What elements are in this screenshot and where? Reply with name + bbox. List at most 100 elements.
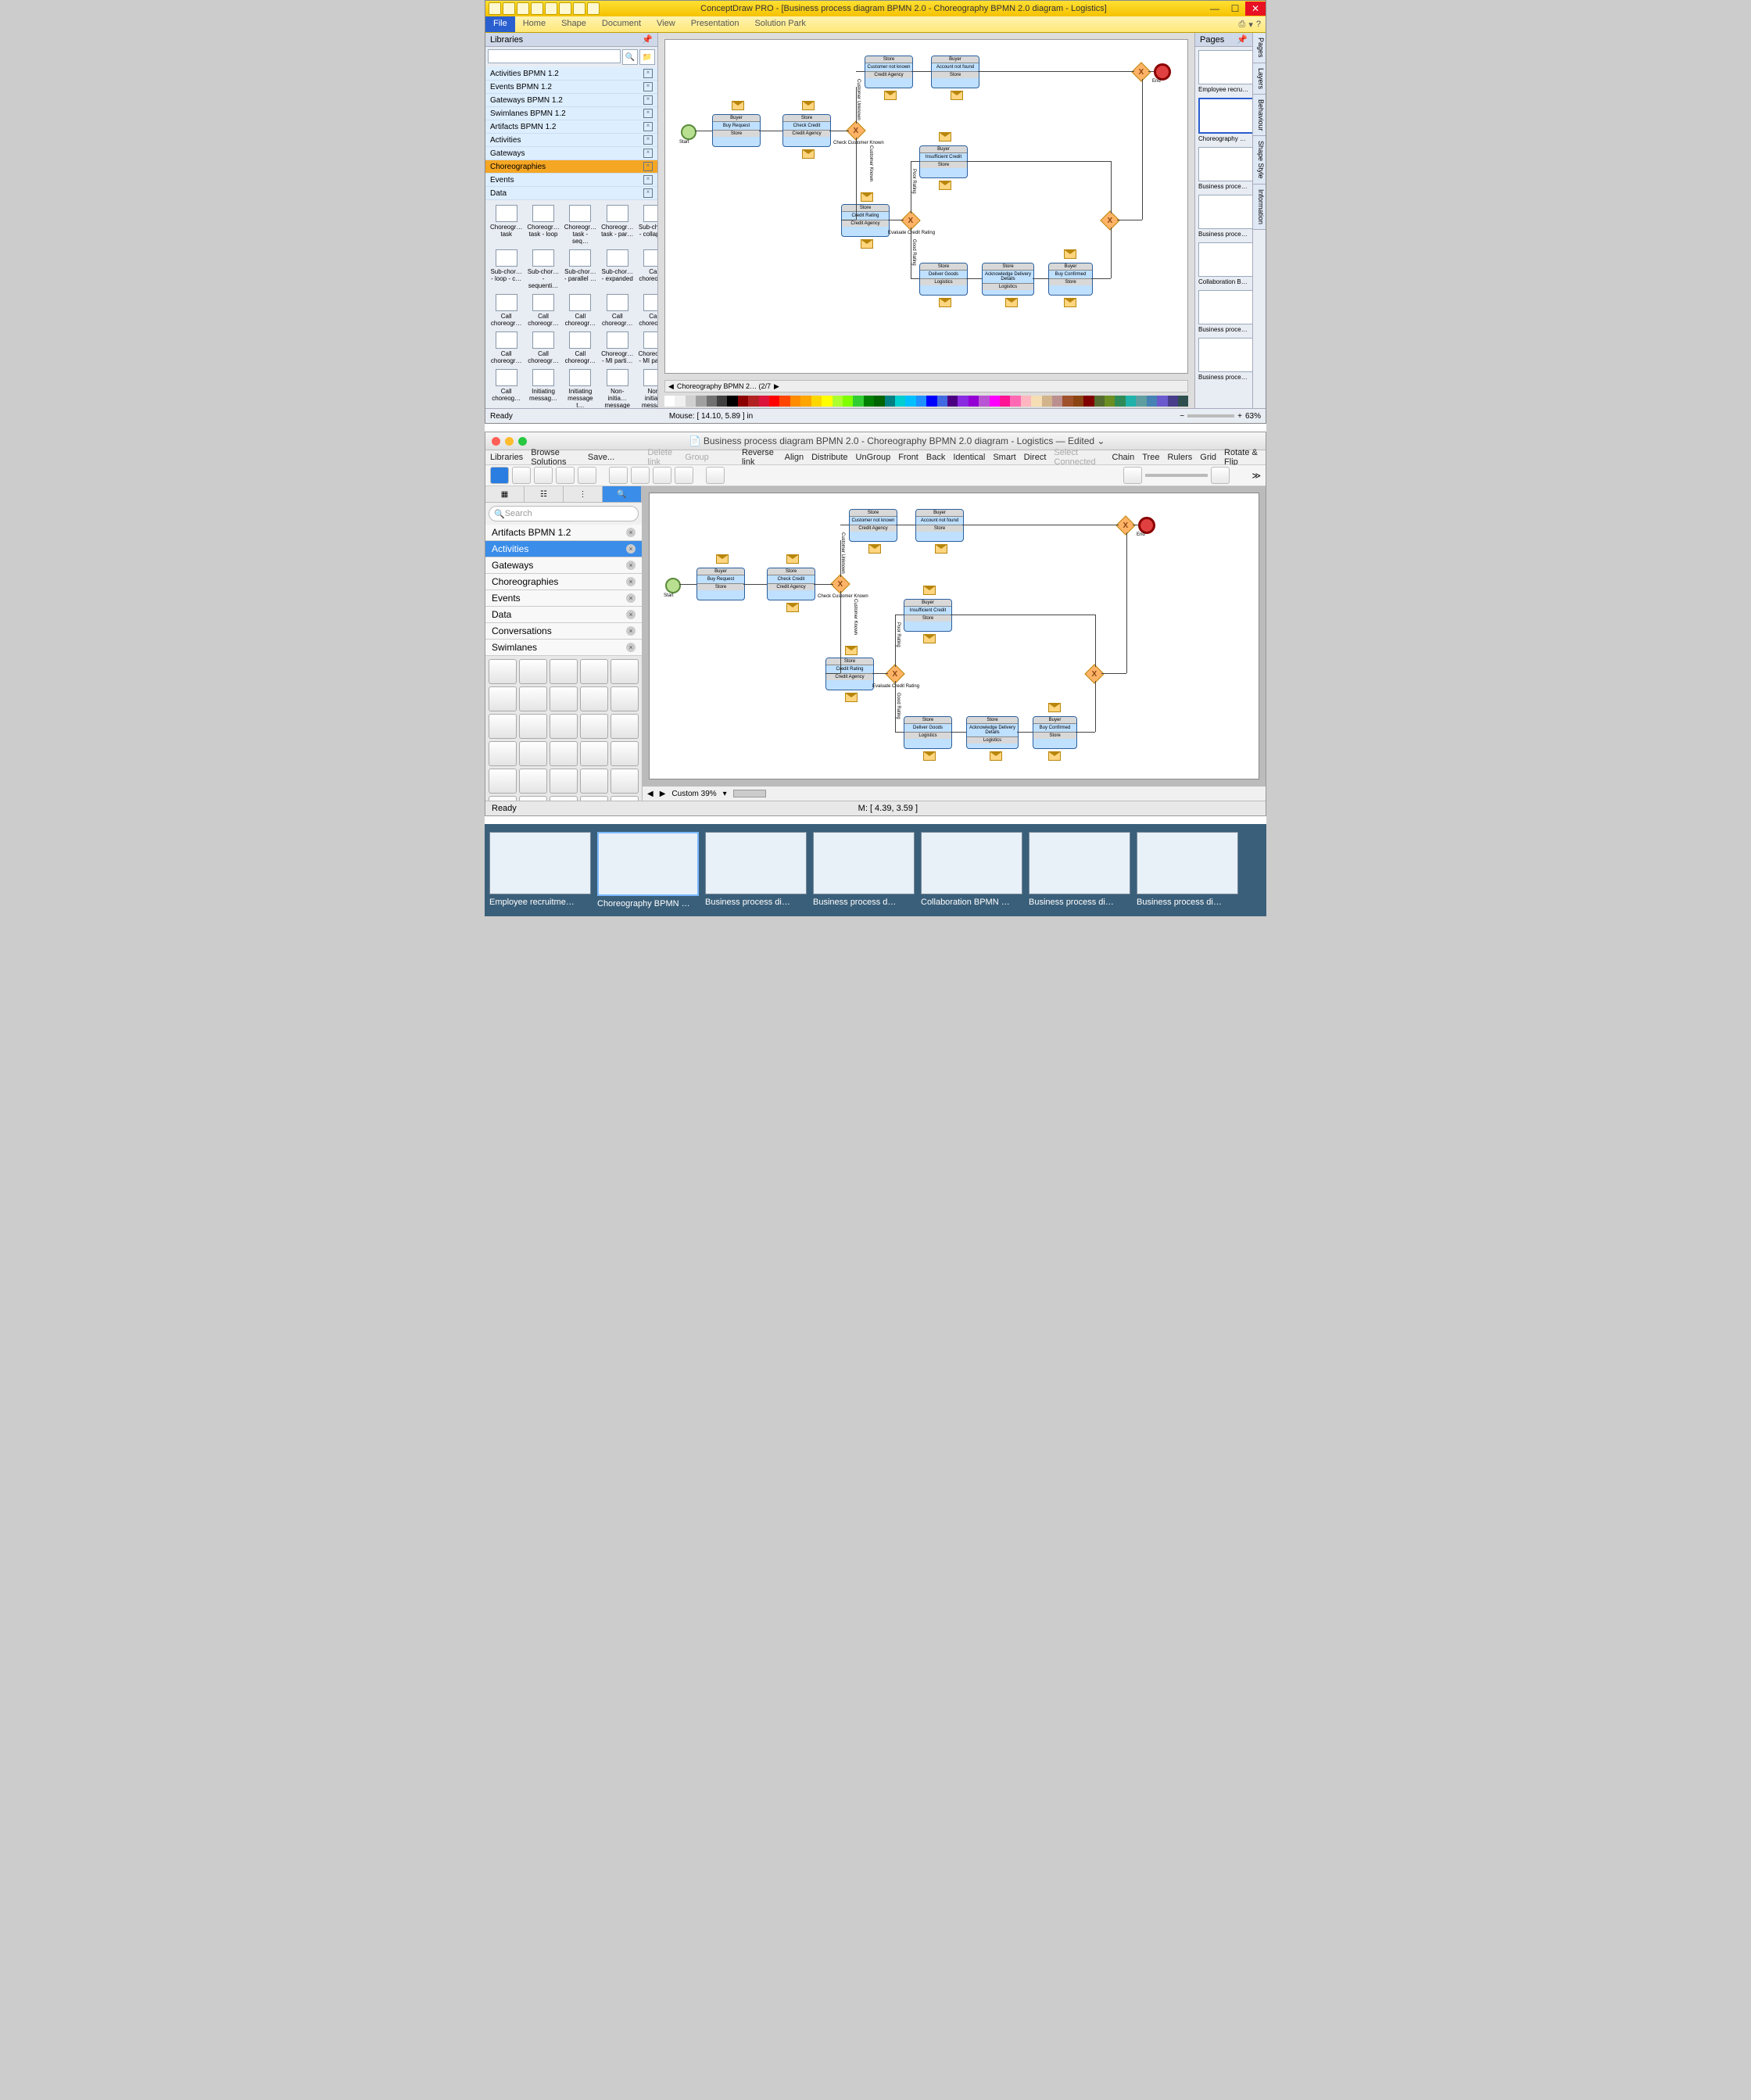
shape-item[interactable] bbox=[489, 769, 517, 794]
color-swatch[interactable] bbox=[905, 396, 915, 407]
page-thumbnail[interactable] bbox=[1198, 290, 1252, 324]
shape-item[interactable]: Choreogr… task - loop bbox=[525, 203, 560, 246]
shape-item[interactable]: Non-initia… message … bbox=[636, 367, 657, 408]
pin-icon[interactable]: 📌 bbox=[642, 34, 653, 45]
tool-btn[interactable] bbox=[631, 467, 650, 484]
menu-item[interactable]: Save... bbox=[588, 453, 614, 462]
shape-item[interactable] bbox=[611, 769, 639, 794]
color-swatch[interactable] bbox=[1021, 396, 1031, 407]
side-tab-information[interactable]: Information bbox=[1253, 185, 1266, 230]
qat-btn[interactable] bbox=[531, 2, 543, 15]
menu-item[interactable]: UnGroup bbox=[856, 453, 891, 462]
page-thumbnail[interactable] bbox=[1198, 50, 1252, 84]
shape-item[interactable] bbox=[580, 686, 608, 711]
shape-item[interactable] bbox=[611, 714, 639, 739]
minimize-button[interactable]: — bbox=[1205, 2, 1225, 16]
page-thumbnail[interactable] bbox=[1198, 195, 1252, 229]
zoom-slider[interactable] bbox=[1145, 474, 1208, 477]
color-swatch[interactable] bbox=[979, 396, 989, 407]
shape-item[interactable]: Choreogr… task bbox=[489, 203, 524, 246]
shape-item[interactable]: Sub-chor… - expanded bbox=[600, 248, 635, 291]
gallery-thumbnail[interactable] bbox=[1029, 832, 1130, 894]
shape-item[interactable] bbox=[550, 741, 578, 766]
color-swatch[interactable] bbox=[800, 396, 811, 407]
close-button[interactable] bbox=[492, 437, 500, 446]
color-swatch[interactable] bbox=[853, 396, 863, 407]
gallery-thumbnail[interactable] bbox=[705, 832, 807, 894]
color-swatch[interactable] bbox=[969, 396, 979, 407]
color-swatch[interactable] bbox=[885, 396, 895, 407]
tool-btn[interactable] bbox=[706, 467, 725, 484]
color-swatch[interactable] bbox=[686, 396, 696, 407]
close-icon[interactable]: × bbox=[626, 643, 636, 652]
close-icon[interactable]: × bbox=[643, 135, 653, 145]
menu-item[interactable]: Rotate & Flip bbox=[1224, 448, 1261, 467]
library-item[interactable]: Gateways× bbox=[485, 147, 657, 160]
close-icon[interactable]: × bbox=[643, 149, 653, 158]
close-icon[interactable]: × bbox=[626, 544, 636, 554]
shape-item[interactable] bbox=[489, 714, 517, 739]
color-swatch[interactable] bbox=[864, 396, 874, 407]
shape-item[interactable] bbox=[550, 714, 578, 739]
shape-item[interactable] bbox=[550, 686, 578, 711]
shape-item[interactable]: Sub-chor… - collapsed bbox=[636, 203, 657, 246]
rect-tool[interactable] bbox=[512, 467, 531, 484]
color-swatch[interactable] bbox=[664, 396, 675, 407]
search-field[interactable]: 🔍 Search bbox=[489, 506, 639, 521]
gallery-thumbnail[interactable] bbox=[489, 832, 591, 894]
close-icon[interactable]: × bbox=[643, 82, 653, 91]
pin-icon[interactable]: 📌 bbox=[1237, 34, 1248, 45]
side-tab-behaviour[interactable]: Behaviour bbox=[1253, 95, 1266, 137]
color-swatch[interactable] bbox=[874, 396, 884, 407]
qat-btn[interactable] bbox=[587, 2, 600, 15]
color-swatch[interactable] bbox=[1052, 396, 1062, 407]
lib-tab[interactable]: 🔍 bbox=[603, 486, 642, 502]
color-swatch[interactable] bbox=[926, 396, 936, 407]
color-swatch[interactable] bbox=[1062, 396, 1072, 407]
close-icon[interactable]: × bbox=[626, 610, 636, 619]
close-icon[interactable]: × bbox=[643, 69, 653, 78]
minimize-button[interactable] bbox=[505, 437, 514, 446]
help-icon[interactable]: ? bbox=[1256, 20, 1261, 29]
diagram-canvas[interactable]: StartBuyerBuy RequestStoreStoreCheck Cre… bbox=[649, 493, 1259, 779]
color-swatch[interactable] bbox=[1073, 396, 1083, 407]
color-swatch[interactable] bbox=[1083, 396, 1094, 407]
prev-sheet[interactable]: ◀ bbox=[668, 382, 674, 391]
close-icon[interactable]: × bbox=[643, 95, 653, 105]
color-swatch[interactable] bbox=[1000, 396, 1010, 407]
shape-item[interactable] bbox=[611, 686, 639, 711]
qat-btn[interactable] bbox=[489, 2, 501, 15]
shape-item[interactable]: Choreogr… - MI parti… bbox=[636, 330, 657, 366]
menu-item[interactable]: Reverse link bbox=[742, 448, 777, 467]
ribbon-tab-home[interactable]: Home bbox=[515, 16, 553, 32]
color-palette[interactable] bbox=[664, 396, 1188, 407]
qat-btn[interactable] bbox=[517, 2, 529, 15]
menu-item[interactable]: Front bbox=[898, 453, 918, 462]
close-icon[interactable]: × bbox=[626, 577, 636, 586]
menu-item[interactable]: Back bbox=[926, 453, 945, 462]
page-thumbnail[interactable] bbox=[1198, 338, 1252, 372]
shape-item[interactable] bbox=[580, 741, 608, 766]
color-swatch[interactable] bbox=[1031, 396, 1041, 407]
shape-item[interactable] bbox=[519, 714, 547, 739]
page-thumbnail[interactable] bbox=[1198, 147, 1252, 181]
library-item[interactable]: Events× bbox=[485, 590, 642, 607]
zoom-out-icon[interactable] bbox=[1123, 467, 1142, 484]
menu-item[interactable]: Rulers bbox=[1167, 453, 1192, 462]
shape-item[interactable] bbox=[550, 769, 578, 794]
library-item[interactable]: Swimlanes BPMN 1.2× bbox=[485, 107, 657, 120]
page-indicator[interactable] bbox=[733, 790, 766, 797]
color-swatch[interactable] bbox=[1168, 396, 1178, 407]
more-icon[interactable]: ≫ bbox=[1251, 471, 1261, 481]
menu-item[interactable]: Chain bbox=[1112, 453, 1135, 462]
shape-item[interactable]: Non-initia… message t… bbox=[600, 367, 635, 408]
menu-item[interactable]: Browse Solutions bbox=[531, 448, 580, 467]
sheet-tabs[interactable]: ◀ Choreography BPMN 2… (2/7 ▶ bbox=[664, 380, 1188, 392]
color-swatch[interactable] bbox=[1010, 396, 1020, 407]
color-swatch[interactable] bbox=[1136, 396, 1146, 407]
help-icon[interactable]: ⎙ bbox=[1239, 20, 1246, 30]
shape-item[interactable]: Call choreogr… bbox=[600, 292, 635, 328]
shape-item[interactable] bbox=[489, 741, 517, 766]
ribbon-tab-presentation[interactable]: Presentation bbox=[683, 16, 747, 32]
dropdown-icon[interactable]: ⌄ bbox=[1097, 435, 1105, 446]
